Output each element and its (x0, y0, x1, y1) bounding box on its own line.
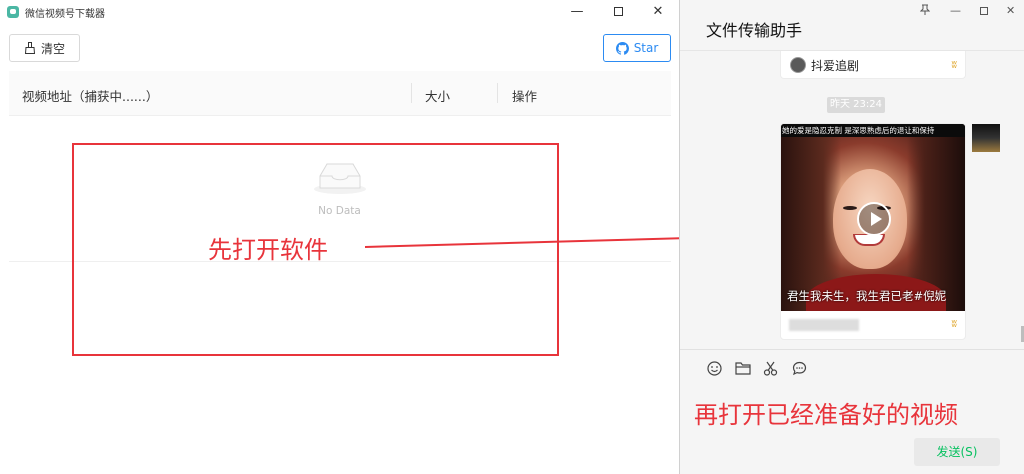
chat-bubble-icon[interactable] (792, 361, 807, 380)
channel-name: 抖爱追剧 (811, 59, 860, 73)
app-logo-icon (7, 6, 19, 18)
table-header: 视频地址（捕获中......） 大小 操作 (9, 71, 671, 116)
avatar[interactable] (972, 124, 1000, 152)
video-message-card[interactable]: 她的爱是隐忍克制 是深思熟虑后的退让和保持 君生我未生，我生君已老#倪妮 ʬ (780, 123, 966, 340)
clear-button[interactable]: 清空 (9, 34, 80, 62)
chat-title: 文件传输助手 (706, 21, 803, 40)
chat-close-button[interactable]: ✕ (1006, 4, 1015, 17)
maximize-button[interactable] (598, 0, 638, 24)
close-button[interactable]: ✕ (638, 0, 678, 24)
input-divider (680, 349, 1024, 350)
annotation-step-1: 先打开软件 (208, 236, 328, 264)
message-timestamp: 昨天 23:24 (827, 97, 885, 113)
video-thumbnail[interactable]: 她的爱是隐忍克制 是深思熟虑后的退让和保持 君生我未生，我生君已老#倪妮 (781, 124, 965, 311)
minimize-button[interactable]: — (557, 0, 597, 24)
annotation-step-2: 再打开已经准备好的视频 (694, 401, 958, 429)
maximize-icon (980, 7, 988, 15)
github-star-button[interactable]: Star (603, 34, 671, 62)
scissors-icon[interactable] (763, 361, 779, 380)
app-title: 微信视频号下载器 (25, 9, 105, 20)
channels-logo-icon: ʬ (951, 58, 957, 71)
clear-label: 清空 (40, 41, 65, 56)
star-label: Star (633, 41, 659, 55)
channels-logo-icon: ʬ (951, 317, 957, 330)
forwarded-channel-card[interactable]: 抖爱追剧 ʬ (780, 51, 966, 79)
column-divider (497, 83, 498, 103)
maximize-icon (613, 7, 623, 16)
pin-icon[interactable] (919, 4, 931, 19)
channel-avatar (790, 57, 806, 73)
chat-minimize-button[interactable]: — (950, 4, 961, 17)
title-bar: 微信视频号下载器 — ✕ (0, 0, 679, 24)
blurred-author-name (789, 319, 859, 331)
column-divider (411, 83, 412, 103)
chat-maximize-button[interactable] (980, 4, 988, 17)
video-top-caption: 她的爱是隐忍克制 是深思熟虑后的退让和保持 (781, 124, 965, 137)
column-header-size[interactable]: 大小 (425, 86, 450, 105)
play-icon[interactable] (857, 202, 891, 236)
folder-icon[interactable] (735, 361, 751, 379)
video-subtitle: 君生我未生，我生君已老#倪妮 (787, 289, 947, 303)
broom-icon (24, 42, 36, 54)
github-icon (615, 41, 629, 55)
column-header-action[interactable]: 操作 (512, 86, 537, 105)
emoji-icon[interactable] (707, 361, 722, 380)
column-header-url[interactable]: 视频地址（捕获中......） (22, 86, 158, 105)
send-button[interactable]: 发送(S) (914, 438, 1000, 466)
